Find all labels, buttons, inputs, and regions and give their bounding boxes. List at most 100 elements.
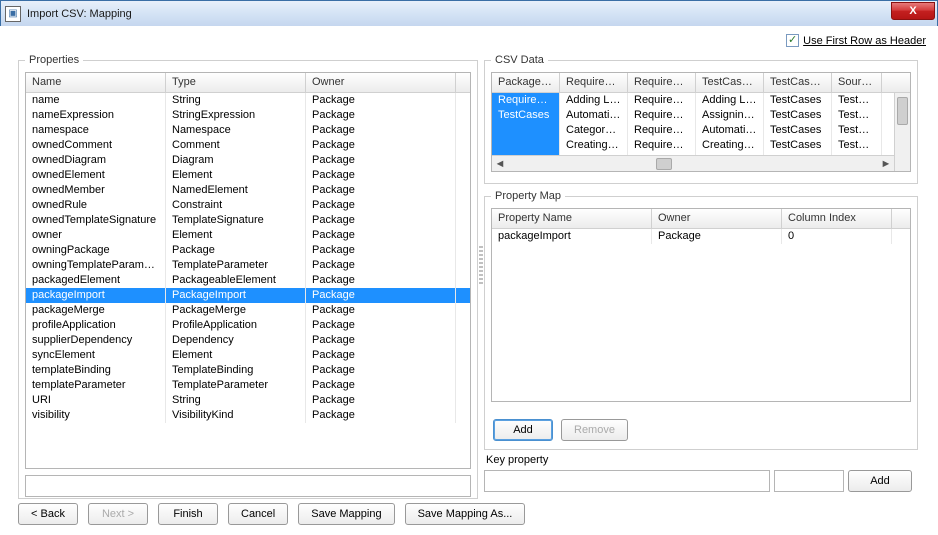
key-property-right-input[interactable] xyxy=(774,470,844,492)
table-cell: Package xyxy=(306,288,456,303)
pmap-col-owner[interactable]: Owner xyxy=(652,209,782,228)
table-row[interactable]: namespaceNamespacePackage xyxy=(26,123,470,138)
properties-col-type[interactable]: Type xyxy=(166,73,306,92)
save-mapping-as-button[interactable]: Save Mapping As... xyxy=(405,503,526,525)
table-row[interactable]: packageImportPackage0 xyxy=(492,229,910,244)
finish-button[interactable]: Finish xyxy=(158,503,218,525)
table-cell: TemplateParameter xyxy=(166,258,306,273)
csv-col-5[interactable]: Source... xyxy=(832,73,882,92)
splitter[interactable] xyxy=(479,66,483,486)
table-cell: packagedElement xyxy=(26,273,166,288)
splitter-grip[interactable] xyxy=(479,246,483,286)
key-property-left-input[interactable] xyxy=(484,470,770,492)
cancel-button[interactable]: Cancel xyxy=(228,503,288,525)
back-button[interactable]: < Back xyxy=(18,503,78,525)
table-row[interactable]: ownedDiagramDiagramPackage xyxy=(26,153,470,168)
csv-data-legend: CSV Data xyxy=(491,54,548,66)
table-cell: Package xyxy=(306,273,456,288)
table-cell: templateBinding xyxy=(26,363,166,378)
csv-col-1[interactable]: Requiremen... xyxy=(560,73,628,92)
csv-col-2[interactable]: Requireme... xyxy=(628,73,696,92)
property-map-body[interactable]: packageImportPackage0 xyxy=(492,229,910,401)
table-cell: Comment xyxy=(166,138,306,153)
csv-scroll-left-icon[interactable]: ◄ xyxy=(492,157,508,171)
properties-table-body[interactable]: nameStringPackagenameExpressionStringExp… xyxy=(26,93,470,448)
table-row[interactable]: ownerElementPackage xyxy=(26,228,470,243)
table-cell: PackageMerge xyxy=(166,303,306,318)
csv-table[interactable]: PackageNa... Requiremen... Requireme... … xyxy=(491,72,911,172)
table-row[interactable]: packageImportPackageImportPackage xyxy=(26,288,470,303)
table-row[interactable]: ownedRuleConstraintPackage xyxy=(26,198,470,213)
pmap-col-name[interactable]: Property Name xyxy=(492,209,652,228)
properties-col-owner[interactable]: Owner xyxy=(306,73,456,92)
table-cell: ownedMember xyxy=(26,183,166,198)
table-cell: TemplateSignature xyxy=(166,213,306,228)
table-row[interactable]: nameExpressionStringExpressionPackage xyxy=(26,108,470,123)
app-icon: ▣ xyxy=(5,6,21,22)
table-row[interactable]: owningTemplateParameterTemplateParameter… xyxy=(26,258,470,273)
csv-col-4[interactable]: TestCaseO... xyxy=(764,73,832,92)
table-cell: ProfileApplication xyxy=(166,318,306,333)
table-row[interactable]: nameStringPackage xyxy=(26,93,470,108)
csv-table-body[interactable]: RequirementAdding Local...RequirementAdd… xyxy=(492,93,910,155)
csv-vscrollbar[interactable] xyxy=(894,93,910,171)
table-cell: Requirement xyxy=(628,138,696,153)
key-property-add-button[interactable]: Add xyxy=(848,470,912,492)
table-row[interactable]: syncElementElementPackage xyxy=(26,348,470,363)
table-row[interactable]: supplierDependencyDependencyPackage xyxy=(26,333,470,348)
property-map-table[interactable]: Property Name Owner Column Index package… xyxy=(491,208,911,402)
table-row[interactable]: packageMergePackageMergePackage xyxy=(26,303,470,318)
close-button[interactable]: X xyxy=(891,2,935,20)
pmap-col-index[interactable]: Column Index xyxy=(782,209,892,228)
table-row[interactable]: Category Ty...RequirementAutomaticall...… xyxy=(492,123,910,138)
table-row[interactable]: RequirementAdding Local...RequirementAdd… xyxy=(492,93,910,108)
table-cell: StringExpression xyxy=(166,108,306,123)
table-cell: Package xyxy=(306,333,456,348)
table-row[interactable]: profileApplicationProfileApplicationPack… xyxy=(26,318,470,333)
table-cell: ownedElement xyxy=(26,168,166,183)
properties-filter-input[interactable] xyxy=(25,475,471,497)
key-property-label: Key property xyxy=(486,454,548,466)
table-cell: owner xyxy=(26,228,166,243)
csv-hscrollbar[interactable]: ◄ ► xyxy=(492,155,894,171)
properties-table[interactable]: Name Type Owner nameStringPackagenameExp… xyxy=(25,72,471,469)
property-map-header: Property Name Owner Column Index xyxy=(492,209,910,229)
table-cell: Package xyxy=(306,198,456,213)
use-first-row-label[interactable]: Use First Row as Header xyxy=(803,35,926,47)
table-cell: Package xyxy=(306,318,456,333)
table-row[interactable]: Creating Ne...RequirementCreating Ne...T… xyxy=(492,138,910,153)
table-row[interactable]: templateBindingTemplateBindingPackage xyxy=(26,363,470,378)
csv-data-group: CSV Data PackageNa... Requiremen... Requ… xyxy=(484,54,918,184)
csv-hscroll-thumb[interactable] xyxy=(656,158,672,170)
use-first-row-checkbox[interactable] xyxy=(786,34,799,47)
table-cell: TestCa... xyxy=(832,123,882,138)
table-row[interactable]: ownedTemplateSignatureTemplateSignatureP… xyxy=(26,213,470,228)
table-row[interactable]: owningPackagePackagePackage xyxy=(26,243,470,258)
save-mapping-button[interactable]: Save Mapping xyxy=(298,503,394,525)
next-button[interactable]: Next > xyxy=(88,503,148,525)
table-row[interactable]: TestCasesAutomaticall...RequirementAssig… xyxy=(492,108,910,123)
table-row[interactable]: URIStringPackage xyxy=(26,393,470,408)
properties-group: Properties Name Type Owner nameStringPac… xyxy=(18,54,478,499)
properties-table-header: Name Type Owner xyxy=(26,73,470,93)
key-property-row: Add xyxy=(484,470,912,492)
table-row[interactable]: visibilityVisibilityKindPackage xyxy=(26,408,470,423)
table-cell: Package xyxy=(306,378,456,393)
table-row[interactable]: ownedCommentCommentPackage xyxy=(26,138,470,153)
propmap-add-button[interactable]: Add xyxy=(493,419,553,441)
propmap-remove-button[interactable]: Remove xyxy=(561,419,628,441)
csv-scroll-right-icon[interactable]: ► xyxy=(878,157,894,171)
csv-col-0[interactable]: PackageNa... xyxy=(492,73,560,92)
table-cell: TestCases xyxy=(764,93,832,108)
properties-col-name[interactable]: Name xyxy=(26,73,166,92)
table-row[interactable]: ownedElementElementPackage xyxy=(26,168,470,183)
table-cell: URI xyxy=(26,393,166,408)
table-row[interactable]: packagedElementPackageableElementPackage xyxy=(26,273,470,288)
table-cell: Package xyxy=(306,108,456,123)
table-row[interactable]: templateParameterTemplateParameterPackag… xyxy=(26,378,470,393)
csv-col-3[interactable]: TestCaseN... xyxy=(696,73,764,92)
table-cell: Package xyxy=(306,213,456,228)
table-row[interactable]: ownedMemberNamedElementPackage xyxy=(26,183,470,198)
table-cell: Automaticall... xyxy=(696,123,764,138)
table-cell: Constraint xyxy=(166,198,306,213)
